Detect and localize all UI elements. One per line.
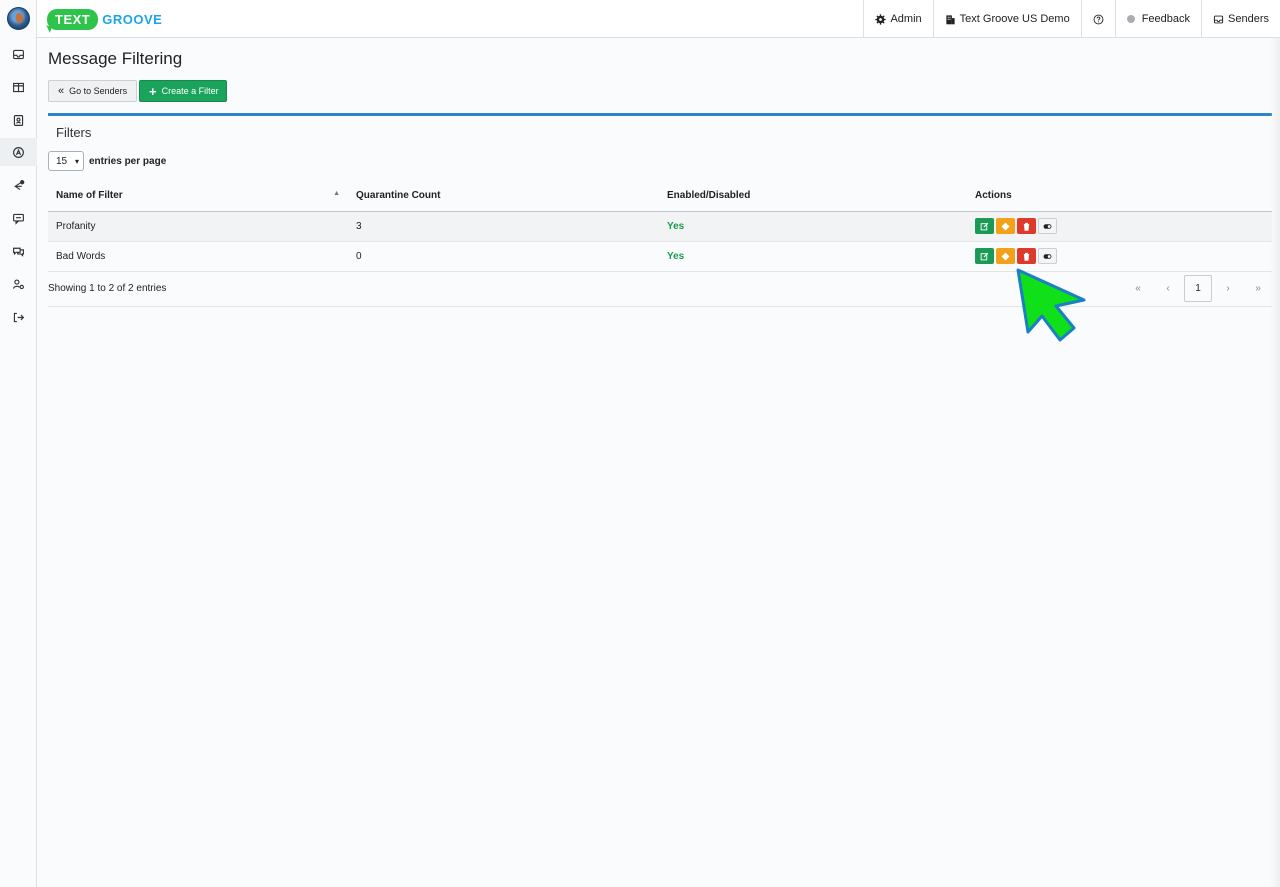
go-to-senders-label: Go to Senders (69, 86, 128, 96)
compass-icon[interactable] (0, 138, 37, 166)
double-chevron-left-icon: « (58, 85, 65, 97)
enabled-status: Yes (659, 211, 967, 242)
go-to-senders-button[interactable]: « Go to Senders (48, 80, 137, 102)
per-page-label: entries per page (89, 155, 167, 167)
help-button[interactable] (1080, 0, 1115, 38)
status-dot-icon (1126, 15, 1135, 23)
create-filter-button[interactable]: + Create a Filter (139, 80, 227, 102)
delete-button[interactable] (1017, 218, 1036, 234)
chat-icon[interactable] (0, 204, 37, 232)
pager-first[interactable]: « (1124, 275, 1152, 302)
senders-menu[interactable]: Senders (1201, 0, 1280, 38)
column-header-actions: Actions (967, 181, 1272, 212)
page-title: Message Filtering (48, 49, 183, 68)
senders-label: Senders (1228, 13, 1269, 25)
toggle-button[interactable] (1038, 248, 1057, 264)
entries-per-page: 15 ▾ entries per page (48, 151, 166, 171)
table-row: Bad Words 0 Yes (48, 241, 1272, 272)
pagination: « ‹ 1 › » (1124, 275, 1272, 302)
user-avatar[interactable] (7, 7, 30, 30)
feedback-label: Feedback (1141, 13, 1191, 25)
filter-name: Profanity (48, 211, 348, 242)
conversations-icon[interactable] (0, 237, 37, 265)
gear-icon (875, 13, 887, 25)
pager-prev[interactable]: ‹ (1154, 275, 1182, 302)
delete-button[interactable] (1017, 248, 1036, 264)
column-header-enabled[interactable]: Enabled/Disabled (659, 181, 967, 212)
showing-entries: Showing 1 to 2 of 2 entries (48, 283, 167, 294)
brand-word-groove: GROOVE (102, 11, 163, 27)
inbox-icon[interactable] (0, 40, 37, 68)
account-label: Text Groove US Demo (959, 13, 1070, 25)
contacts-icon[interactable] (0, 106, 37, 134)
pager-next[interactable]: › (1214, 275, 1242, 302)
create-filter-label: Create a Filter (161, 86, 219, 96)
pointer-arrow-icon (1016, 268, 1086, 342)
quarantine-count: 0 (348, 241, 659, 272)
filter-name: Bad Words (48, 241, 348, 272)
admin-menu[interactable]: Admin (863, 0, 932, 38)
admin-label: Admin (890, 13, 922, 25)
brand-word-text: TEXT (47, 8, 99, 30)
chevron-down-icon: ▾ (74, 156, 79, 166)
per-page-select[interactable]: 15 ▾ (48, 151, 84, 171)
logout-icon[interactable] (0, 303, 37, 331)
user-settings-icon[interactable] (0, 270, 37, 298)
diamond-icon (1001, 252, 1010, 260)
edit-icon (980, 252, 989, 260)
columns-icon[interactable] (0, 73, 37, 101)
scroll-edge (1270, 38, 1280, 887)
pager-last[interactable]: » (1244, 275, 1272, 302)
edit-button[interactable] (975, 218, 994, 234)
quarantine-button[interactable] (996, 218, 1015, 234)
column-header-quarantine[interactable]: Quarantine Count (348, 181, 659, 212)
edit-icon (980, 222, 989, 230)
row-actions (967, 211, 1272, 242)
trash-icon (1023, 222, 1030, 231)
toggle-icon (1043, 223, 1052, 229)
question-circle-icon (1093, 14, 1104, 24)
edit-button[interactable] (975, 248, 994, 264)
plus-icon: + (149, 83, 157, 99)
sort-asc-icon: ▲ (333, 190, 340, 198)
toggle-button[interactable] (1038, 218, 1057, 234)
inbox-icon (1213, 15, 1224, 23)
diamond-icon (1001, 222, 1010, 230)
sidebar (0, 0, 37, 887)
feedback-button[interactable]: Feedback (1114, 0, 1201, 38)
top-navbar: TEXT GROOVE Admin Text Groove US Demo Fe… (37, 0, 1280, 38)
filters-table: Name of Filter ▲ Quarantine Count Enable… (48, 181, 1272, 272)
brand-logo[interactable]: TEXT GROOVE (47, 7, 162, 31)
row-actions (967, 241, 1272, 272)
account-menu[interactable]: Text Groove US Demo (932, 0, 1081, 38)
enabled-status: Yes (659, 241, 967, 272)
send-settings-icon[interactable] (0, 171, 37, 199)
toggle-icon (1043, 253, 1052, 259)
pager-page-1[interactable]: 1 (1184, 275, 1212, 302)
column-header-name[interactable]: Name of Filter ▲ (48, 181, 348, 212)
quarantine-button[interactable] (996, 248, 1015, 264)
building-icon (946, 14, 955, 24)
trash-icon (1023, 252, 1030, 261)
per-page-value: 15 (56, 155, 68, 167)
quarantine-count: 3 (348, 211, 659, 242)
panel-title: Filters (56, 125, 92, 140)
table-row: Profanity 3 Yes (48, 211, 1272, 242)
